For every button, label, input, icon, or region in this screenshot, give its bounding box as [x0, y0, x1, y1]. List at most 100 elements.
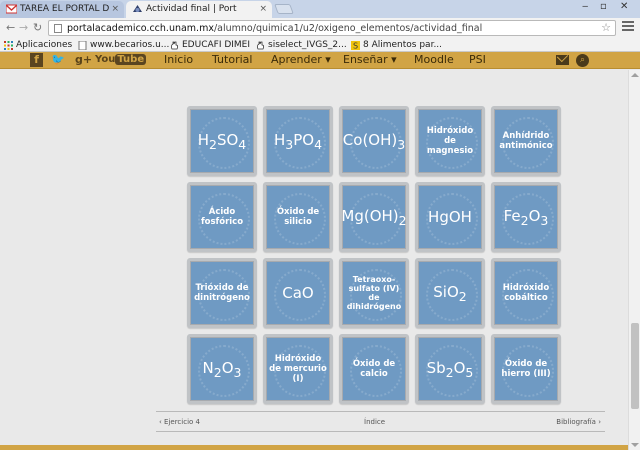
memory-card[interactable]: SiO2: [415, 258, 485, 328]
window-controls: ‒ ▫ ✕: [578, 1, 636, 15]
memory-card[interactable]: Óxido de silicio: [263, 182, 333, 252]
nav-psi[interactable]: PSI: [469, 53, 486, 67]
google-plus-icon[interactable]: g+: [75, 53, 92, 67]
memory-card[interactable]: Hidróxido de mercurio (I): [263, 334, 333, 404]
close-window-icon[interactable]: ✕: [620, 1, 628, 12]
card-formula: N2O3: [202, 358, 242, 380]
card-compound-name: Tetraoxo-sulfato (IV) de dihidrógeno: [346, 275, 402, 311]
bookmark-label: Aplicaciones: [16, 40, 73, 50]
memory-card[interactable]: Hidróxido cobáltico: [491, 258, 561, 328]
scrollbar-thumb[interactable]: [631, 323, 639, 409]
address-bar[interactable]: portalacademico.cch.unam.mx/alumno/quimi…: [48, 20, 616, 36]
memory-card[interactable]: HgOH: [415, 182, 485, 252]
memory-card[interactable]: N2O3: [187, 334, 257, 404]
bibliography-link[interactable]: Bibliografía ›: [556, 418, 601, 426]
tab-gmail[interactable]: TAREA EL PORTAL D ×: [0, 1, 124, 18]
new-tab-button[interactable]: [274, 4, 294, 14]
bookmark-educafi[interactable]: EDUCAFI DIMEI: [170, 38, 250, 52]
nav-inicio[interactable]: Inicio: [164, 53, 193, 67]
memory-card[interactable]: Anhídrido antimónico: [491, 106, 561, 176]
memory-card[interactable]: Ácido fosfórico: [187, 182, 257, 252]
page-content: H2SO4 H3PO4 Co(OH)3 Hidróxido de magnesio An…: [0, 70, 628, 450]
exercise-pager: ‹ Ejercicio 4 Índice Bibliografía ›: [156, 411, 605, 432]
index-link[interactable]: Índice: [364, 418, 385, 426]
memory-card[interactable]: Trióxido de dinitrógeno: [187, 258, 257, 328]
bookmarks-bar: Aplicaciones www.becarios.u... EDUCAFI D…: [0, 38, 640, 52]
nav-moodle[interactable]: Moodle: [414, 53, 454, 67]
bookmark-label: www.becarios.u...: [90, 40, 170, 50]
card-compound-name: Ácido fosfórico: [200, 207, 244, 227]
svg-text:S: S: [353, 42, 358, 51]
maximize-icon[interactable]: ▫: [600, 1, 607, 12]
scroll-up-arrow-icon[interactable]: [631, 73, 639, 77]
chrome-menu-icon[interactable]: [622, 21, 634, 33]
memory-card[interactable]: Mg(OH)2: [339, 182, 409, 252]
tab-title: TAREA EL PORTAL D: [20, 4, 110, 14]
hand-icon: [256, 41, 265, 50]
page-icon: [78, 41, 87, 50]
apps-grid-icon: [4, 41, 13, 50]
previous-exercise-link[interactable]: ‹ Ejercicio 4: [159, 418, 200, 426]
youtube-icon[interactable]: You Tube: [95, 53, 147, 67]
reload-icon[interactable]: ↻: [33, 21, 42, 35]
card-formula: H2SO4: [197, 130, 247, 152]
vertical-scrollbar[interactable]: [628, 70, 640, 450]
card-compound-name: Anhídrido antimónico: [499, 131, 553, 151]
site-favicon: [133, 5, 142, 12]
bookmark-label: 8 Alimentos par...: [363, 40, 443, 50]
card-formula: SiO2: [433, 282, 467, 304]
bookmark-aplicaciones[interactable]: Aplicaciones: [4, 38, 72, 52]
back-arrow-icon[interactable]: ←: [6, 21, 15, 35]
card-compound-name: Hidróxido de mercurio (I): [269, 354, 327, 384]
nav-aprender[interactable]: Aprender ▾: [271, 53, 331, 67]
card-formula: CaO: [282, 284, 314, 302]
card-compound-name: Trióxido de dinitrógeno: [194, 283, 250, 303]
url-path: /alumno/quimica1/u2/oxigeno_elementos/ac…: [213, 23, 483, 34]
memory-card[interactable]: CaO: [263, 258, 333, 328]
memory-card[interactable]: Fe2O3: [491, 182, 561, 252]
youtube-tube: Tube: [115, 54, 147, 65]
memory-card[interactable]: Tetraoxo-sulfato (IV) de dihidrógeno: [339, 258, 409, 328]
bookmark-label: EDUCAFI DIMEI: [182, 40, 251, 50]
tab-actividad-final[interactable]: Actividad final | Port ×: [126, 1, 272, 18]
bookmark-alimentos[interactable]: S 8 Alimentos par...: [351, 38, 442, 52]
close-tab-icon[interactable]: ×: [111, 1, 119, 17]
nav-tutorial[interactable]: Tutorial: [212, 53, 252, 67]
search-icon[interactable]: ⌕: [576, 54, 589, 67]
nav-ensenar[interactable]: Enseñar ▾: [343, 53, 397, 67]
scroll-down-arrow-icon[interactable]: [631, 443, 639, 447]
memory-card[interactable]: Óxido de hierro (III): [491, 334, 561, 404]
hand-icon: [170, 41, 179, 50]
memory-card[interactable]: Hidróxido de magnesio: [415, 106, 485, 176]
forward-arrow-icon[interactable]: →: [19, 21, 28, 35]
card-formula: H3PO4: [273, 130, 323, 152]
footer-bar: [0, 445, 628, 450]
card-compound-name: Óxido de silicio: [276, 207, 320, 227]
memory-card[interactable]: Co(OH)3: [339, 106, 409, 176]
tab-strip: TAREA EL PORTAL D × Actividad final | Po…: [0, 0, 640, 18]
twitter-icon[interactable]: 🐦: [51, 53, 65, 67]
facebook-icon[interactable]: f: [30, 53, 43, 67]
memory-card[interactable]: H3PO4: [263, 106, 333, 176]
card-compound-name: Hidróxido cobáltico: [502, 283, 550, 303]
memory-card[interactable]: H2SO4: [187, 106, 257, 176]
card-compound-name: Óxido de hierro (III): [501, 359, 551, 379]
bookmark-label: siselect_IVGS_2...: [268, 40, 347, 50]
bookmark-star-icon[interactable]: ☆: [601, 21, 611, 34]
gmail-icon: [6, 4, 17, 14]
bookmark-siselect[interactable]: siselect_IVGS_2...: [256, 38, 347, 52]
minimize-icon[interactable]: ‒: [582, 1, 588, 12]
url-host: portalacademico.cch.unam.mx: [67, 23, 214, 34]
card-compound-name: Hidróxido de magnesio: [426, 126, 474, 156]
tab-title: Actividad final | Port: [146, 4, 237, 14]
close-tab-icon[interactable]: ×: [259, 1, 267, 17]
memory-card[interactable]: Óxido de calcio: [339, 334, 409, 404]
memory-card[interactable]: Sb2O5: [415, 334, 485, 404]
card-formula: Mg(OH)2: [341, 206, 407, 228]
card-formula: HgOH: [428, 208, 472, 226]
bookmark-becarios[interactable]: www.becarios.u...: [78, 38, 169, 52]
mail-icon[interactable]: [556, 55, 569, 65]
youtube-you: You: [95, 54, 116, 65]
card-compound-name: Óxido de calcio: [352, 359, 396, 379]
card-formula: Co(OH)3: [342, 130, 406, 152]
